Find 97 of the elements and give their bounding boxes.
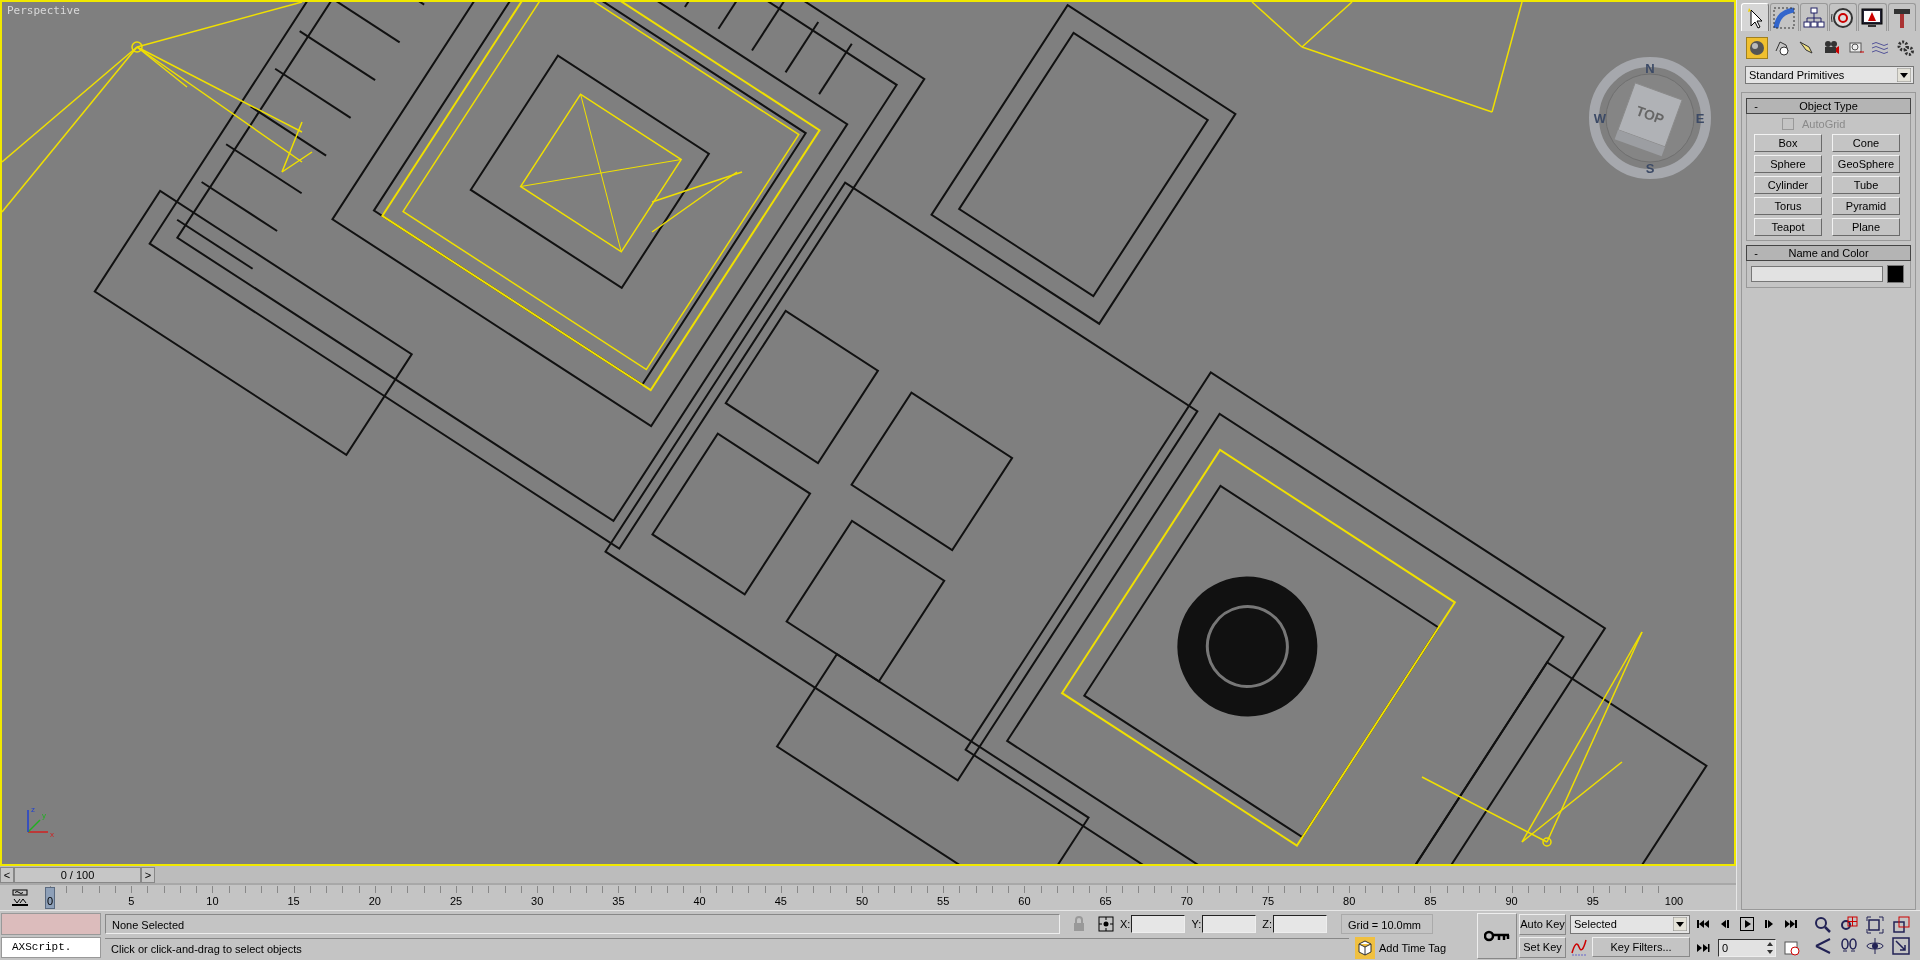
- primitive-button[interactable]: Cone: [1832, 134, 1900, 152]
- frame-number: 60: [1018, 894, 1031, 907]
- key-icon: [1484, 930, 1510, 942]
- rollout-title: Name and Color: [1787, 247, 1870, 259]
- axis-label: Y:: [1191, 917, 1202, 930]
- frame-number: 100: [1664, 894, 1684, 907]
- shapes-icon: [1772, 39, 1791, 57]
- zoom-icon[interactable]: [1814, 916, 1832, 934]
- curve-editor-icon[interactable]: [10, 887, 30, 908]
- frame-marker[interactable]: [45, 886, 55, 909]
- frame-number: 65: [1099, 894, 1112, 907]
- set-key-button[interactable]: [1477, 913, 1517, 959]
- transform-mode-icon[interactable]: [1098, 915, 1114, 932]
- frame-number: 75: [1261, 894, 1275, 907]
- frame-number: 25: [449, 894, 463, 907]
- frame-number: 5: [128, 894, 135, 907]
- light-icon: [1797, 39, 1816, 57]
- frame-value: 0: [1722, 941, 1729, 954]
- frame-spinner[interactable]: 0: [1718, 938, 1776, 957]
- coordinate-field[interactable]: [1273, 914, 1327, 933]
- frame-number: 30: [531, 894, 544, 907]
- play-icon[interactable]: [1740, 916, 1754, 931]
- curve-icon: [1772, 5, 1797, 30]
- curve-icon[interactable]: [1570, 937, 1588, 956]
- wheel-icon: [1831, 5, 1856, 30]
- coordinate-field[interactable]: [1131, 914, 1186, 933]
- checkbox-label: AutoGrid: [1802, 118, 1846, 130]
- frame-number: 40: [693, 894, 706, 907]
- panel-tab[interactable]: [1887, 3, 1916, 31]
- time-configuration-icon[interactable]: [1784, 939, 1800, 956]
- hierarchy-icon: [1801, 5, 1826, 30]
- frame-number: 20: [368, 894, 381, 907]
- frame-number: 0: [46, 894, 54, 907]
- rollout-title: Object Type: [1798, 100, 1859, 112]
- frame-number: 95: [1586, 894, 1599, 907]
- coordinate-field[interactable]: [1202, 914, 1257, 933]
- primitive-button[interactable]: Tube: [1832, 176, 1900, 194]
- axis-label: Z:: [1262, 917, 1272, 930]
- frame-number: 85: [1424, 894, 1437, 907]
- dropdown-arrow-icon[interactable]: [1897, 68, 1911, 82]
- frame-number: 55: [937, 894, 950, 907]
- primitive-button[interactable]: Torus: [1754, 197, 1822, 215]
- collapse-toggle[interactable]: -: [1747, 247, 1765, 259]
- camera-icon: [1822, 39, 1840, 57]
- gears-icon: [1896, 39, 1915, 57]
- add-time-tag-field[interactable]: Add Time Tag: [1375, 937, 1471, 958]
- script-input-field[interactable]: AXScript.: [1, 937, 101, 958]
- name-field[interactable]: [1751, 266, 1883, 282]
- dropdown-value: Standard Primitives: [1749, 69, 1845, 81]
- selection-set-dropdown[interactable]: Selected: [1570, 914, 1690, 934]
- primitive-button[interactable]: Plane: [1832, 218, 1900, 236]
- monitor-icon: [1860, 5, 1885, 30]
- time-tag-icon[interactable]: [1355, 936, 1375, 959]
- object-category-dropdown[interactable]: Standard Primitives: [1745, 66, 1914, 84]
- previous-frame-button[interactable]: <: [0, 867, 14, 883]
- frame-number: 90: [1505, 894, 1518, 907]
- key-filters-button[interactable]: Key Filters...: [1592, 936, 1690, 957]
- grid-size-display: Grid = 10.0mm: [1341, 913, 1433, 934]
- frame-number: 45: [774, 894, 787, 907]
- panel-tab[interactable]: [1799, 3, 1828, 31]
- panel-tab[interactable]: [1829, 3, 1858, 31]
- dropdown-value: Selected: [1574, 918, 1617, 930]
- color-swatch[interactable]: [1887, 265, 1904, 283]
- primitive-button[interactable]: GeoSphere: [1832, 155, 1900, 173]
- set-key-button[interactable]: Set Key: [1519, 936, 1566, 958]
- frame-number: 35: [612, 894, 625, 907]
- prompt-line: Click or click-and-drag to select objects: [105, 937, 1349, 958]
- primitive-button[interactable]: Sphere: [1754, 155, 1822, 173]
- zoom-extents-all-icon[interactable]: [1892, 916, 1910, 934]
- rollout-header[interactable]: - Object Type: [1746, 98, 1911, 114]
- wave-icon: [1871, 39, 1890, 57]
- maximize-toggle-icon[interactable]: [1892, 937, 1910, 955]
- frame-number: 80: [1343, 894, 1356, 907]
- orbit-icon[interactable]: [1866, 937, 1884, 955]
- axis-label: X:: [1120, 917, 1131, 930]
- frame-number: 50: [855, 894, 869, 907]
- zoom-extents-icon[interactable]: [1866, 916, 1884, 934]
- time-slider-thumb[interactable]: 0 / 100: [14, 867, 141, 883]
- frame-number: 10: [206, 894, 219, 907]
- pan-icon[interactable]: [1840, 937, 1858, 955]
- primitive-button[interactable]: Box: [1754, 134, 1822, 152]
- next-frame-button[interactable]: >: [141, 867, 155, 883]
- script-listener-field[interactable]: [1, 913, 101, 935]
- collapse-toggle[interactable]: -: [1747, 100, 1765, 112]
- primitive-button[interactable]: Pyramid: [1832, 197, 1900, 215]
- primitive-button[interactable]: Cylinder: [1754, 176, 1822, 194]
- sphere-icon: [1747, 39, 1766, 57]
- frame-number: 70: [1180, 894, 1193, 907]
- rollout-header[interactable]: - Name and Color: [1746, 245, 1911, 261]
- primitive-button[interactable]: Teapot: [1754, 218, 1822, 236]
- panel-tab[interactable]: [1858, 3, 1887, 31]
- dropdown-arrow-icon[interactable]: [1673, 917, 1687, 931]
- time-slider[interactable]: < 0 / 100 >: [0, 866, 1736, 884]
- selection-status: None Selected: [105, 913, 1060, 934]
- auto-key-button[interactable]: Auto Key: [1519, 913, 1566, 935]
- field-of-view-icon[interactable]: [1814, 937, 1832, 955]
- frame-number: 15: [287, 894, 300, 907]
